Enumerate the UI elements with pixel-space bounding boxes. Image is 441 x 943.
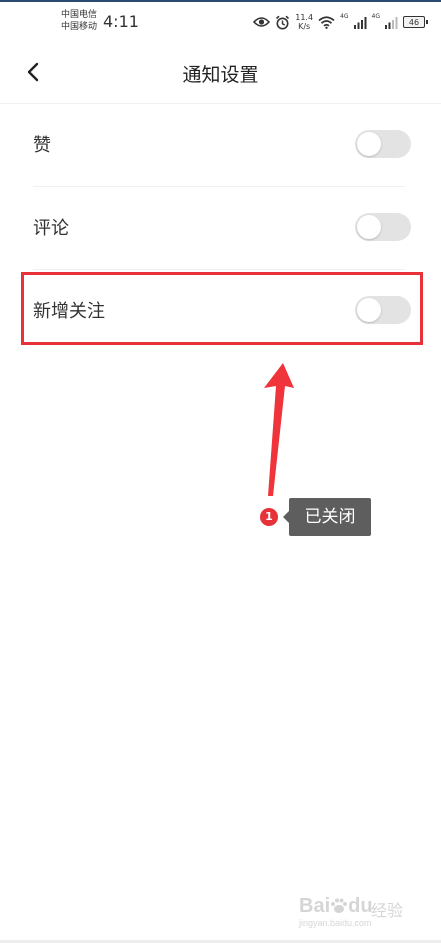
baidu-watermark: Bai du 经验 jingyan.baidu.com bbox=[299, 895, 415, 929]
toggle-knob bbox=[357, 132, 381, 156]
setting-row-comments: 评论 bbox=[33, 187, 411, 269]
paw-icon bbox=[331, 898, 348, 913]
carrier-1-label: 中国电信 bbox=[61, 10, 98, 20]
annotation-tooltip: 已关闭 bbox=[283, 498, 371, 536]
page-title: 通知设置 bbox=[182, 64, 259, 86]
wifi-icon bbox=[318, 15, 335, 29]
net-speed-value: 11.4 bbox=[295, 13, 314, 22]
setting-label: 评论 bbox=[33, 218, 69, 239]
comments-toggle[interactable] bbox=[355, 213, 411, 241]
net-tag-1: 4G bbox=[340, 13, 349, 20]
watermark-logo-text-2: du bbox=[348, 895, 373, 917]
signal-icon bbox=[353, 16, 367, 29]
signal-icon-2 bbox=[385, 16, 398, 29]
toggle-knob bbox=[357, 215, 381, 239]
watermark-cn-text: 经验 bbox=[371, 901, 404, 920]
eye-icon bbox=[253, 17, 271, 27]
watermark-logo-text-1: Bai bbox=[299, 895, 331, 917]
net-speed-unit: K/s bbox=[298, 22, 311, 31]
watermark-logo: Bai du bbox=[299, 895, 373, 918]
setting-row-likes: 赞 bbox=[33, 104, 411, 186]
carrier-info: 中国电信 中国移动 bbox=[61, 9, 97, 33]
net-speed: 11.4 K/s bbox=[295, 13, 313, 31]
watermark-url: jingyan.baidu.com bbox=[299, 918, 372, 928]
setting-label: 赞 bbox=[33, 135, 51, 156]
likes-toggle[interactable] bbox=[355, 130, 411, 158]
status-clock: 4:11 bbox=[103, 12, 139, 31]
carrier-2-label: 中国移动 bbox=[61, 22, 98, 32]
header: 通知设置 bbox=[0, 40, 441, 104]
status-icons: 11.4 K/s 4G 4G 46 bbox=[253, 11, 428, 33]
alarm-icon bbox=[276, 15, 290, 29]
step-badge: 1 bbox=[260, 508, 278, 526]
highlight-box bbox=[21, 272, 423, 345]
status-bar: 中国电信 中国移动 4:11 11.4 K/s 4G 4G 46 bbox=[0, 0, 441, 40]
net-tag-2: 4G bbox=[371, 13, 380, 20]
battery-icon: 46 bbox=[403, 16, 428, 28]
